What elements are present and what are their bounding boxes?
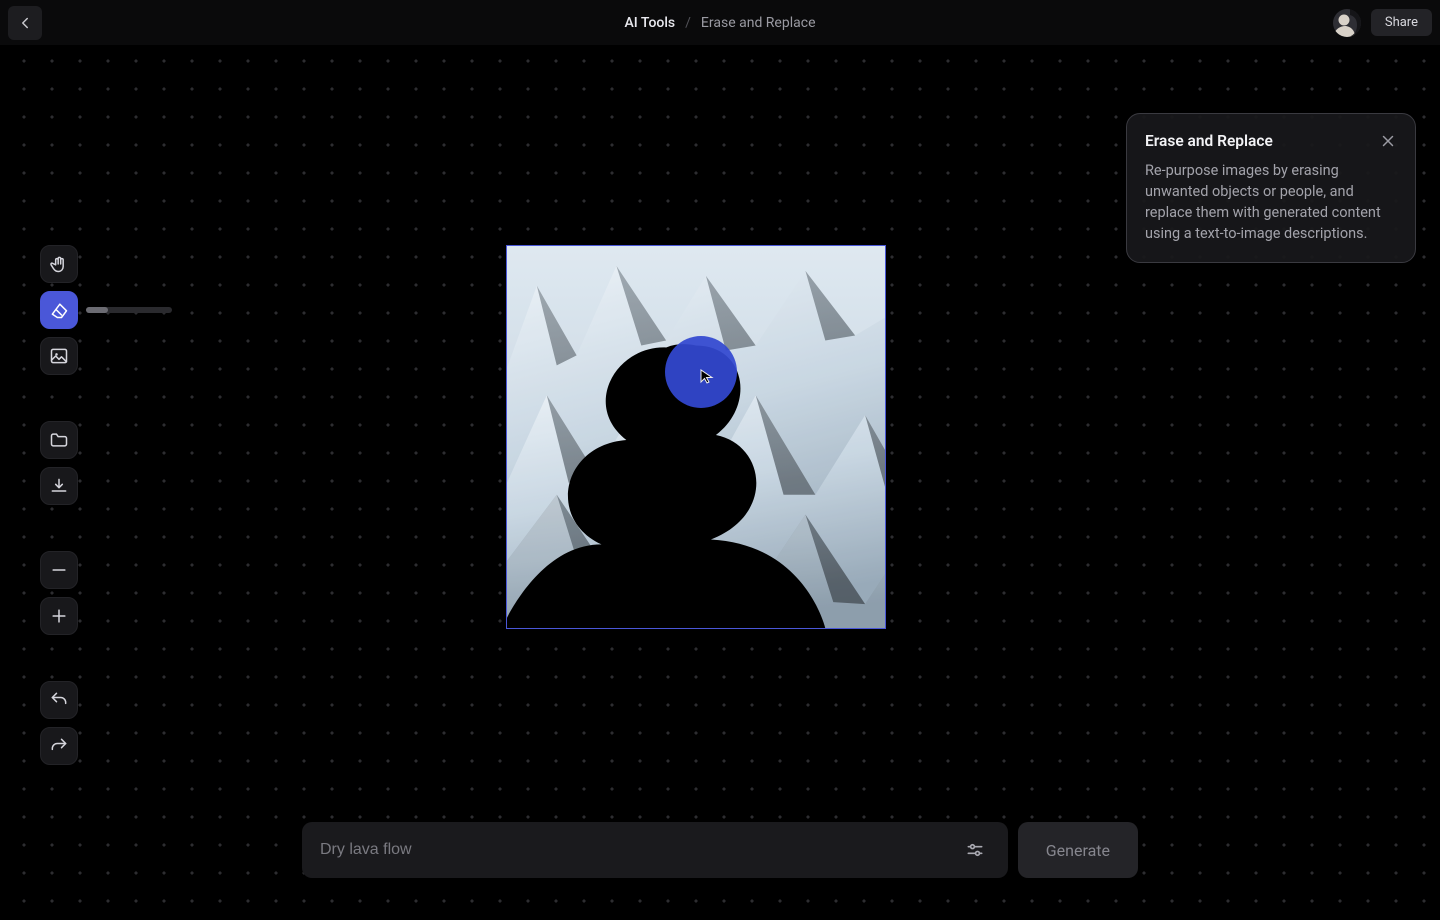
sliders-icon	[965, 840, 985, 860]
zoom-in-button[interactable]	[40, 597, 78, 635]
top-bar: AI Tools / Erase and Replace Share	[0, 0, 1440, 45]
breadcrumb: AI Tools / Erase and Replace	[624, 15, 815, 31]
info-panel-close[interactable]	[1379, 132, 1397, 150]
breadcrumb-main[interactable]: AI Tools	[624, 15, 675, 31]
plus-icon	[49, 606, 69, 626]
prompt-settings-button[interactable]	[958, 833, 992, 867]
info-panel: Erase and Replace Re-purpose images by e…	[1126, 113, 1416, 263]
undo-button[interactable]	[40, 681, 78, 719]
redo-button[interactable]	[40, 727, 78, 765]
user-avatar[interactable]	[1333, 9, 1361, 37]
brush-size-slider[interactable]	[86, 307, 172, 313]
info-panel-title: Erase and Replace	[1145, 132, 1273, 150]
share-button[interactable]: Share	[1371, 9, 1432, 36]
arrow-left-icon	[16, 14, 34, 32]
canvas[interactable]: Erase and Replace Re-purpose images by e…	[0, 45, 1440, 920]
canvas-image[interactable]	[506, 245, 886, 629]
hand-icon	[49, 254, 69, 274]
erase-mask	[507, 246, 885, 628]
folder-icon	[49, 430, 69, 450]
generate-button[interactable]: Generate	[1018, 822, 1138, 878]
image-icon	[49, 346, 69, 366]
prompt-input[interactable]	[318, 840, 958, 860]
undo-icon	[49, 690, 69, 710]
download-tool[interactable]	[40, 467, 78, 505]
eraser-tool[interactable]	[40, 291, 78, 329]
brush-cursor	[665, 336, 737, 408]
back-button[interactable]	[8, 6, 42, 40]
folder-tool[interactable]	[40, 421, 78, 459]
breadcrumb-separator: /	[685, 15, 691, 31]
eraser-icon	[49, 300, 69, 320]
cursor-arrow-icon	[699, 368, 715, 388]
redo-icon	[49, 736, 69, 756]
avatar-icon	[1333, 9, 1361, 37]
left-toolbar	[40, 245, 172, 765]
breadcrumb-sub: Erase and Replace	[701, 15, 816, 31]
hand-tool[interactable]	[40, 245, 78, 283]
download-icon	[49, 476, 69, 496]
info-panel-description: Re-purpose images by erasing unwanted ob…	[1145, 160, 1397, 244]
brush-size-fill	[86, 307, 108, 313]
minus-icon	[49, 560, 69, 580]
prompt-bar: Generate	[302, 822, 1138, 878]
close-icon	[1379, 132, 1397, 150]
prompt-input-wrap	[302, 822, 1008, 878]
image-tool[interactable]	[40, 337, 78, 375]
zoom-out-button[interactable]	[40, 551, 78, 589]
